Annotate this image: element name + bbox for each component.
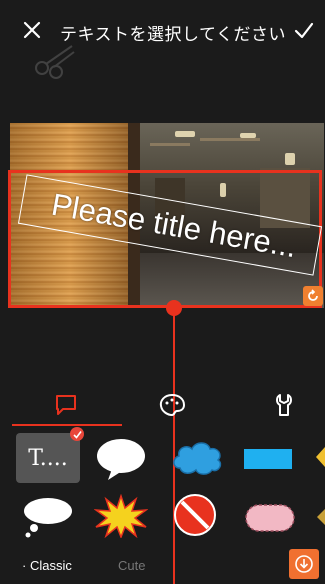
- partial-sticker[interactable]: [314, 506, 325, 528]
- no-sign-sticker[interactable]: [172, 492, 218, 538]
- thought-bubble-sticker[interactable]: [22, 495, 74, 539]
- cloud-sticker[interactable]: [170, 438, 224, 478]
- download-icon: [295, 555, 313, 573]
- rotate-handle[interactable]: [303, 286, 323, 306]
- selected-badge: [70, 427, 84, 441]
- burst-sticker[interactable]: [94, 494, 148, 538]
- speech-bubble-icon: [56, 395, 76, 415]
- category-classic[interactable]: · Classic: [22, 558, 72, 573]
- tab-wrench[interactable]: [254, 385, 314, 425]
- close-icon[interactable]: [22, 20, 42, 40]
- page-title: テキストを選択してください: [60, 25, 286, 44]
- tab-palette[interactable]: [142, 385, 202, 425]
- category-cute[interactable]: Cute: [118, 558, 145, 573]
- text-sticker-on-canvas[interactable]: Please title here...: [14, 174, 323, 276]
- download-button[interactable]: [289, 549, 319, 579]
- wrench-icon: [276, 394, 292, 416]
- speech-bubble-sticker[interactable]: [94, 436, 148, 482]
- tab-speech-bubble[interactable]: [36, 385, 96, 425]
- timeline-handle[interactable]: [166, 300, 182, 316]
- rounded-label-sticker[interactable]: [244, 503, 296, 533]
- text-sticker[interactable]: T....: [16, 433, 80, 483]
- palette-icon: [159, 393, 186, 417]
- check-icon[interactable]: [293, 20, 315, 42]
- active-tab-indicator: [12, 424, 122, 426]
- partial-star-sticker[interactable]: [314, 442, 325, 472]
- scissors-icon: [35, 45, 75, 79]
- rectangle-sticker[interactable]: [244, 449, 292, 469]
- rotate-icon: [308, 289, 318, 301]
